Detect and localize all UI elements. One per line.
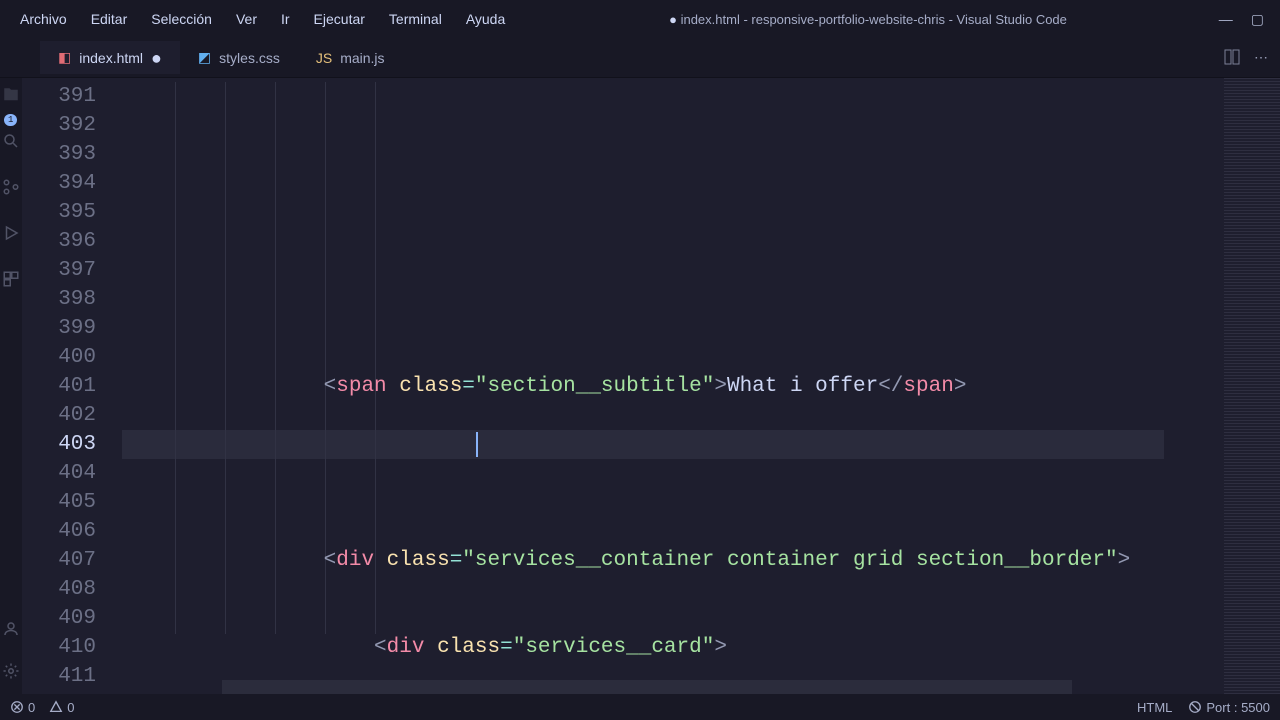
menu-ayuda[interactable]: Ayuda [454, 5, 517, 33]
menu-bar: Archivo Editar Selección Ver Ir Ejecutar… [8, 5, 517, 33]
debug-icon[interactable] [2, 224, 20, 242]
code-text: services__container container grid secti… [475, 549, 1105, 572]
css-file-icon: ◩ [198, 49, 211, 66]
tab-main-js[interactable]: JS main.js [298, 42, 403, 74]
menu-ver[interactable]: Ver [224, 5, 269, 33]
minimize-icon[interactable]: — [1219, 11, 1233, 28]
menu-ejecutar[interactable]: Ejecutar [302, 5, 377, 33]
explorer-icon[interactable] [2, 86, 20, 104]
warning-count: 0 [67, 700, 74, 715]
line-number-gutter: 3913923933943953963973983994004014024034… [22, 78, 122, 694]
more-actions-icon[interactable]: ⋯ [1254, 49, 1268, 66]
maximize-icon[interactable]: ▢ [1251, 11, 1264, 28]
search-icon[interactable] [2, 132, 20, 150]
window-title: index.html - responsive-portfolio-websit… [517, 12, 1219, 27]
tab-index-html[interactable]: ◧ index.html ● [40, 41, 180, 74]
extensions-icon[interactable] [2, 270, 20, 288]
port-label: Port : 5500 [1206, 700, 1270, 715]
menu-ir[interactable]: Ir [269, 5, 302, 33]
status-bar: 0 0 HTML Port : 5500 [0, 694, 1280, 720]
settings-gear-icon[interactable] [2, 662, 20, 680]
menu-archivo[interactable]: Archivo [8, 5, 79, 33]
status-errors[interactable]: 0 [10, 700, 35, 715]
html-file-icon: ◧ [58, 49, 71, 66]
minimap[interactable] [1224, 78, 1280, 694]
code-text: services__card [525, 636, 701, 659]
code-area[interactable]: <span class="section__subtitle">What i o… [122, 78, 1224, 694]
account-icon[interactable] [2, 620, 20, 638]
menu-seleccion[interactable]: Selección [139, 5, 224, 33]
tab-bar: ◧ index.html ● ◩ styles.css JS main.js ⋯ [0, 38, 1280, 78]
menu-terminal[interactable]: Terminal [377, 5, 454, 33]
status-warnings[interactable]: 0 [49, 700, 74, 715]
error-count: 0 [28, 700, 35, 715]
horizontal-scrollbar[interactable] [222, 680, 1072, 694]
split-editor-icon[interactable] [1224, 49, 1240, 66]
tab-styles-css[interactable]: ◩ styles.css [180, 41, 298, 74]
activity-bar: 1 [0, 78, 22, 694]
editor[interactable]: 3913923933943953963973983994004014024034… [22, 78, 1280, 694]
status-live-server[interactable]: Port : 5500 [1188, 700, 1270, 715]
title-bar: Archivo Editar Selección Ver Ir Ejecutar… [0, 0, 1280, 38]
js-file-icon: JS [316, 50, 332, 66]
tab-label: index.html [79, 50, 143, 66]
main-area: 1 39139239339439539639739839940040140240… [0, 78, 1280, 694]
tab-label: styles.css [219, 50, 280, 66]
code-text: What i offer [727, 375, 878, 398]
status-language[interactable]: HTML [1137, 700, 1172, 715]
scm-badge: 1 [4, 114, 17, 126]
text-cursor [476, 432, 478, 457]
current-line-highlight [122, 430, 1164, 459]
tab-label: main.js [340, 50, 384, 66]
menu-editar[interactable]: Editar [79, 5, 140, 33]
scm-icon[interactable] [2, 178, 20, 196]
window-controls: — ▢ [1219, 11, 1272, 28]
